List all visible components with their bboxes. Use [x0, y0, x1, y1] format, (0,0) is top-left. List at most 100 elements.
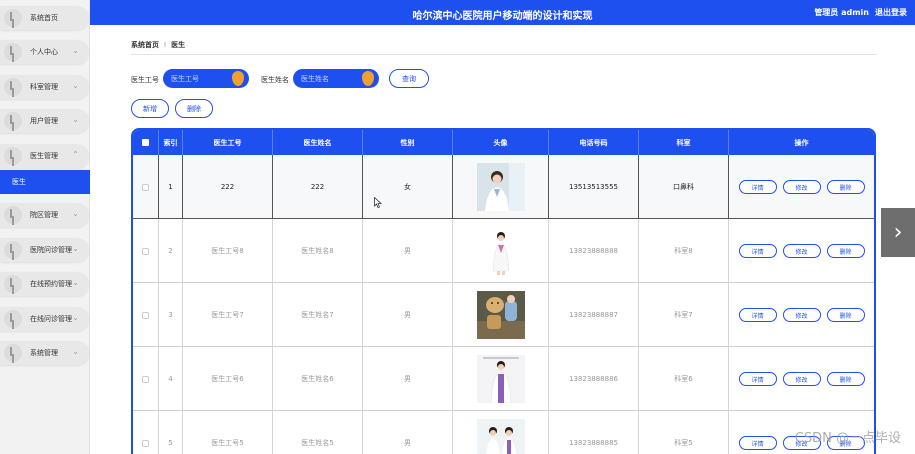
- cell-doctor-name: 医生姓名7: [273, 283, 363, 347]
- row-select-cell[interactable]: [133, 283, 159, 347]
- breadcrumb-divider: [131, 54, 877, 55]
- select-all-checkbox[interactable]: [142, 139, 149, 146]
- row-select-cell[interactable]: [133, 155, 159, 219]
- row-delete-button[interactable]: 删除: [826, 244, 865, 258]
- sidebar-item-online-consult[interactable]: 在线问诊管理 ⌄: [0, 307, 89, 331]
- logout-link[interactable]: 退出登录: [875, 8, 907, 17]
- sidebar-item-label: 个人中心: [30, 48, 58, 56]
- edit-button[interactable]: 修改: [782, 372, 821, 386]
- sidebar-item-label: 在线预约管理: [30, 280, 72, 288]
- sidebar-item-label: 系统管理: [30, 349, 58, 357]
- doctor-avatar: [476, 163, 525, 211]
- col-header-phone: 电话号码: [549, 130, 639, 155]
- doctor-name-label: 医生姓名: [261, 76, 289, 84]
- cell-avatar: [453, 347, 549, 411]
- select-all-cell[interactable]: [133, 130, 159, 155]
- breadcrumb-separator: I: [164, 41, 167, 49]
- query-button[interactable]: 查询: [389, 69, 429, 88]
- col-header-doctor-name: 医生姓名: [273, 130, 363, 155]
- chevron-down-icon: ⌄: [72, 209, 79, 218]
- detail-button[interactable]: 详情: [738, 244, 777, 258]
- cell-doctor-id: 医生工号7: [183, 283, 273, 347]
- cell-phone: 13823888888: [549, 219, 639, 283]
- sidebar-item-profile[interactable]: 个人中心 ⌄: [0, 40, 89, 64]
- detail-button[interactable]: 详情: [738, 308, 777, 322]
- cell-index: 2: [159, 219, 183, 283]
- cell-doctor-name: 医生姓名5: [273, 411, 363, 454]
- doctor-table: 索引 医生工号 医生姓名 性别 头像 电话号码 科室 操作 1 222 222 …: [131, 128, 876, 454]
- row-checkbox[interactable]: [142, 311, 149, 319]
- row-checkbox[interactable]: [142, 183, 149, 191]
- sidebar-item-label: 科室管理: [30, 83, 58, 91]
- doctor-id-label: 医生工号: [131, 76, 159, 84]
- sidebar-item-department[interactable]: 科室管理 ⌄: [0, 75, 89, 99]
- add-button[interactable]: 新增: [131, 99, 169, 118]
- chevron-down-icon: ⌄: [72, 244, 79, 253]
- row-checkbox[interactable]: [142, 439, 149, 447]
- cell-department: 口鼻科: [639, 155, 729, 219]
- chevron-down-icon: ⌄: [72, 278, 79, 287]
- chevron-down-icon: ⌄: [72, 313, 79, 322]
- cell-department: 科室6: [639, 347, 729, 411]
- edit-button[interactable]: 修改: [782, 244, 821, 258]
- cell-actions: 详情 修改 删除: [729, 219, 874, 283]
- cell-avatar: [453, 283, 549, 347]
- delete-button[interactable]: 删除: [175, 99, 213, 118]
- cell-index: 4: [159, 347, 183, 411]
- sidebar-item-label: 系统首页: [30, 14, 58, 22]
- cell-phone: 13823888885: [549, 411, 639, 454]
- menu-icon: [4, 310, 22, 328]
- mouse-cursor-icon: [374, 197, 382, 208]
- col-header-doctor-id: 医生工号: [183, 130, 273, 155]
- chevron-down-icon: ⌄: [72, 81, 79, 90]
- detail-button[interactable]: 详情: [738, 180, 777, 194]
- cell-index: 5: [159, 411, 183, 454]
- table-row: 3 医生工号7 医生姓名7 男 13823888887 科室7 详情 修改 删除: [133, 283, 874, 347]
- row-select-cell[interactable]: [133, 411, 159, 454]
- row-select-cell[interactable]: [133, 347, 159, 411]
- cell-department: 科室5: [639, 411, 729, 454]
- sidebar-item-label: 用户管理: [30, 117, 58, 125]
- doctor-avatar: [476, 419, 525, 454]
- row-delete-button[interactable]: 删除: [826, 180, 865, 194]
- cell-actions: 详情 修改 删除: [729, 283, 874, 347]
- next-arrow-button[interactable]: ›: [881, 208, 915, 257]
- table-row: 1 222 222 女 13513513555 口鼻科 详情 修改 删除: [133, 155, 874, 219]
- detail-button[interactable]: 详情: [738, 436, 777, 450]
- detail-button[interactable]: 详情: [738, 372, 777, 386]
- sidebar-item-doctors[interactable]: 医生管理 ⌃: [0, 144, 89, 168]
- menu-icon: [4, 147, 22, 165]
- table-row: 2 医生工号8 医生姓名8 男 13823888888 科室8 详情 修改 删除: [133, 219, 874, 283]
- edit-button[interactable]: 修改: [782, 180, 821, 194]
- table-row: 5 医生工号5 医生姓名5 男 13823888885 科室5 详情 修改 删除: [133, 411, 874, 454]
- sidebar-item-hospital-consult[interactable]: 医院问诊管理 ⌄: [0, 238, 89, 262]
- row-delete-button[interactable]: 删除: [826, 308, 865, 322]
- sidebar-item-system[interactable]: 系统管理 ⌄: [0, 341, 89, 365]
- row-checkbox[interactable]: [142, 247, 149, 255]
- edit-button[interactable]: 修改: [782, 308, 821, 322]
- cell-doctor-id: 医生工号5: [183, 411, 273, 454]
- cell-avatar: [453, 411, 549, 454]
- row-delete-button[interactable]: 删除: [826, 372, 865, 386]
- sidebar-item-label: 医院问诊管理: [30, 246, 72, 254]
- cell-index: 3: [159, 283, 183, 347]
- sidebar-item-users[interactable]: 用户管理 ⌄: [0, 109, 89, 133]
- cell-avatar: [453, 155, 549, 219]
- cell-actions: 详情 修改 删除: [729, 347, 874, 411]
- sidebar-item-appointment[interactable]: 在线预约管理 ⌄: [0, 272, 89, 296]
- cell-doctor-id: 222: [183, 155, 273, 219]
- user-area: 管理员 admin 退出登录: [808, 7, 907, 18]
- chevron-up-icon: ⌃: [72, 150, 79, 159]
- sidebar-item-campus[interactable]: 院区管理 ⌄: [0, 203, 89, 227]
- breadcrumb-current: 医生: [171, 41, 186, 49]
- row-checkbox[interactable]: [142, 375, 149, 383]
- breadcrumb: 系统首页 I 医生: [131, 40, 185, 50]
- breadcrumb-home[interactable]: 系统首页: [131, 41, 159, 49]
- sidebar-item-home[interactable]: 系统首页: [0, 6, 89, 30]
- menu-icon: [4, 43, 22, 61]
- sidebar-subitem-doctor[interactable]: 医生: [0, 170, 90, 194]
- row-select-cell[interactable]: [133, 219, 159, 283]
- doctor-avatar: [476, 227, 525, 275]
- menu-icon: [4, 344, 22, 362]
- col-header-actions: 操作: [794, 138, 809, 147]
